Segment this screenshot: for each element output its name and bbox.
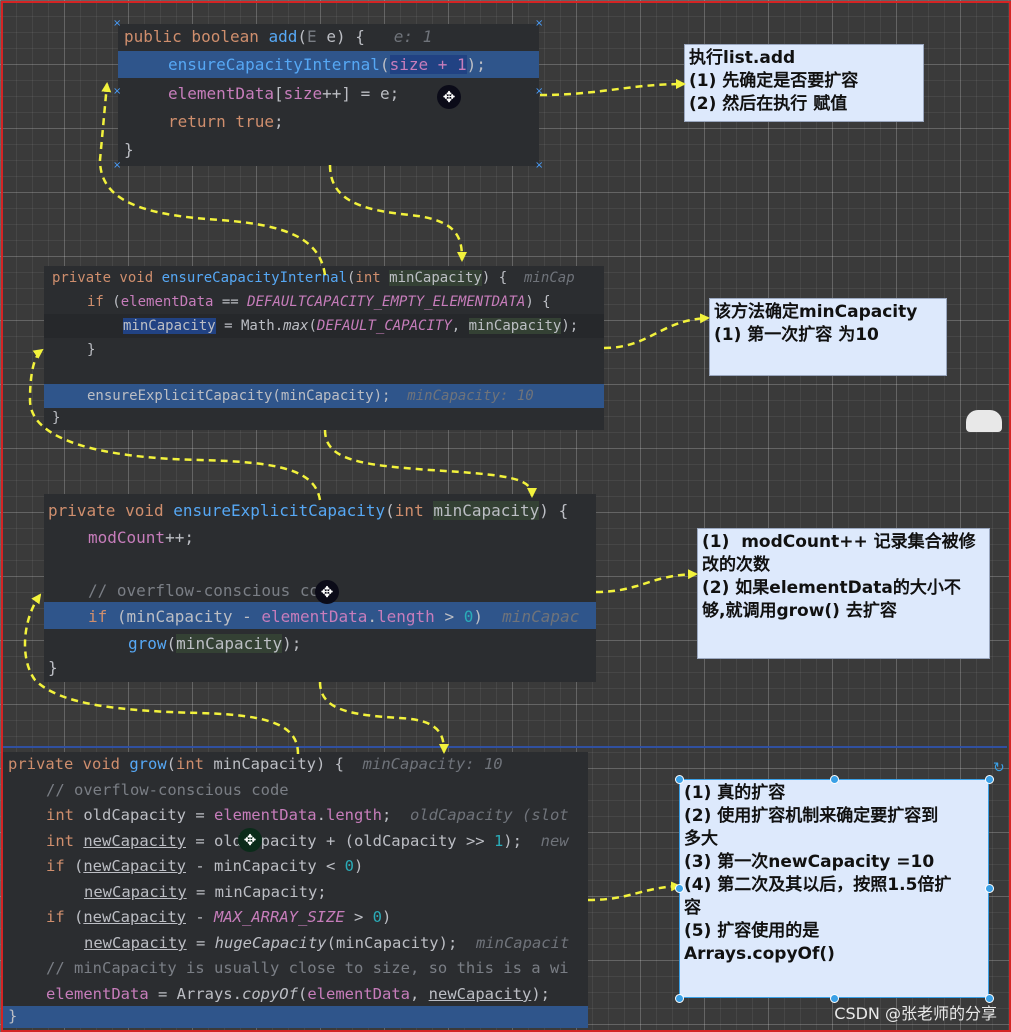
arrow-ensure-internal-to-explicit	[323, 429, 537, 498]
arrow-add-to-note1	[539, 79, 686, 97]
arrow-add-to-ensure-internal	[328, 164, 467, 262]
move-cursor-icon[interactable]: ✥	[437, 85, 461, 109]
watermark: CSDN @张老师的分享	[834, 1004, 997, 1023]
resize-handle-bottom-left[interactable]	[675, 994, 684, 1003]
arrow-explicit-to-grow	[318, 681, 449, 754]
move-cursor-icon[interactable]: ✥	[238, 828, 262, 852]
rotate-handle-icon[interactable]: ↻	[993, 760, 1005, 776]
arrow-explicit-return-to-internal	[28, 348, 322, 501]
resize-handle-top-right[interactable]	[985, 775, 994, 784]
arrow-grow-return-to-explicit	[23, 593, 300, 755]
resize-handle-middle-right[interactable]	[985, 884, 994, 893]
arrow-ensure-internal-return-to-add	[98, 82, 327, 276]
arrow-ensure-internal-to-note2	[603, 313, 710, 350]
move-cursor-icon[interactable]: ✥	[315, 580, 339, 604]
arrow-explicit-to-note3	[595, 569, 698, 594]
resize-handle-top-middle[interactable]	[830, 775, 839, 784]
arrow-grow-to-note4	[587, 881, 681, 902]
resize-handle-middle-left[interactable]	[675, 884, 684, 893]
resize-handle-top-left[interactable]	[675, 775, 684, 784]
flow-arrows	[23, 79, 710, 902]
